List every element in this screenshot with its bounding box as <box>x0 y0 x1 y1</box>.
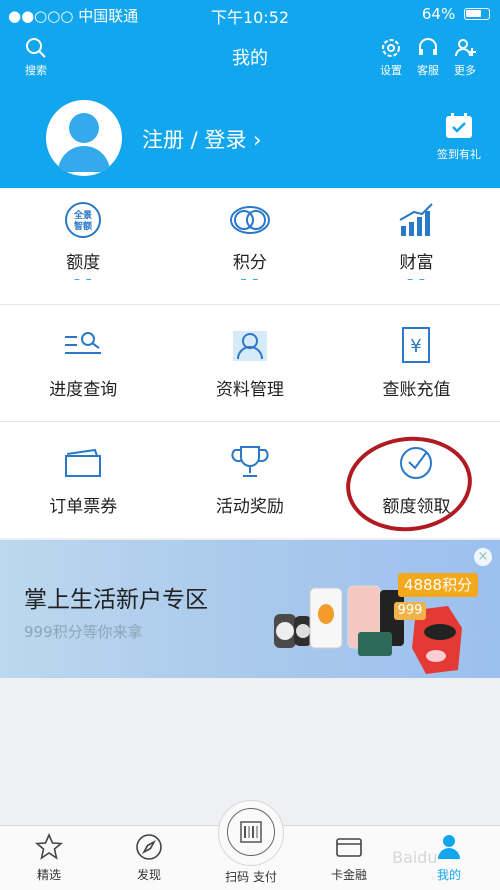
grid-item-label: 活动奖励 <box>215 497 284 517</box>
service-label: 客服 <box>417 64 439 77</box>
battery-icon <box>464 8 490 20</box>
trophy-icon <box>231 446 269 477</box>
tab-label: 卡金融 <box>330 868 367 882</box>
tab-label: 精选 <box>36 868 61 882</box>
grid-item-progress[interactable]: 进度查询 <box>0 305 167 421</box>
header: ●●○○○ 中国联通 下午10:52 64% 搜索 我的 设置 客服 更多 注册… <box>0 0 500 188</box>
grid-row: 全景 智额 额度 – – 积分 – – 财富 – – <box>0 188 500 305</box>
points-999-badge: 999 <box>394 602 426 620</box>
scan-icon <box>227 808 275 856</box>
add-user-icon <box>455 39 476 57</box>
grid-item-label: 积分 <box>232 253 267 273</box>
battery-percent: 64% <box>421 5 456 23</box>
close-icon[interactable]: × <box>474 548 492 566</box>
tab-card-finance[interactable]: 卡金融 <box>314 826 384 883</box>
tab-label: 发现 <box>136 868 161 882</box>
bill-yuan-icon: ¥ <box>402 327 431 363</box>
scan-pay-label: 扫码 支付 <box>225 870 277 884</box>
checkin-button[interactable]: 签到有礼 <box>432 112 486 162</box>
calendar-check-icon <box>446 113 472 138</box>
points-badge: 4888积分 <box>398 573 478 597</box>
checkin-label: 签到有礼 <box>437 148 481 161</box>
grid-item-profile[interactable]: 资料管理 <box>167 305 334 421</box>
grid-item-value: – – <box>73 272 93 286</box>
banner-title: 掌上生活新户专区 <box>24 587 208 613</box>
banner-subtitle: 999积分等你来拿 <box>24 623 143 641</box>
grid-item-bill[interactable]: ¥ 查账充值 <box>333 305 500 421</box>
grid-row: 进度查询 资料管理 ¥ 查账充值 <box>0 305 500 422</box>
card-icon <box>336 838 362 857</box>
grid-item-label: 订单票券 <box>49 497 118 517</box>
default-avatar-icon <box>58 113 110 172</box>
profile-manage-icon <box>232 331 267 361</box>
grid-item-value: – – <box>407 272 426 286</box>
battery-status: 64% <box>422 5 490 23</box>
user-icon <box>438 835 460 859</box>
gear-icon <box>382 39 400 57</box>
service-button[interactable]: 客服 <box>408 36 448 78</box>
grid-item-tickets[interactable]: 订单票券 <box>0 422 167 538</box>
login-link[interactable]: 注册 / 登录 › <box>142 124 262 154</box>
grid-item-label: 额度 <box>66 253 101 273</box>
wealth-chart-icon <box>399 203 434 236</box>
headset-icon <box>419 38 437 55</box>
compass-icon <box>136 834 162 860</box>
points-rings-icon <box>229 206 270 234</box>
settings-label: 设置 <box>380 64 402 77</box>
progress-search-icon <box>65 332 102 354</box>
tab-featured[interactable]: 精选 <box>14 826 84 883</box>
grid-item-quota[interactable]: 全景 智额 额度 – – <box>0 188 167 304</box>
grid-item-label: 进度查询 <box>49 380 118 400</box>
grid-item-points[interactable]: 积分 – – <box>167 188 334 304</box>
grid-item-value: – – <box>240 272 260 286</box>
quota-badge-text-bottom: 智额 <box>74 220 92 232</box>
quota-badge-text-top: 全景 <box>73 209 92 221</box>
grid-item-label: 财富 <box>399 253 434 273</box>
grid-item-label: 资料管理 <box>215 380 284 400</box>
settings-button[interactable]: 设置 <box>371 36 411 78</box>
status-bar: ●●○○○ 中国联通 下午10:52 64% <box>0 0 500 28</box>
grid-item-rewards[interactable]: 活动奖励 <box>167 422 334 538</box>
grid-item-wealth[interactable]: 财富 – – <box>333 188 500 304</box>
quota-badge-icon: 全景 智额 <box>65 202 102 238</box>
tab-discover[interactable]: 发现 <box>114 826 184 883</box>
tab-label: 我的 <box>436 868 461 882</box>
avatar[interactable] <box>46 100 122 176</box>
ticket-icon <box>65 448 102 477</box>
more-button[interactable]: 更多 <box>445 36 485 78</box>
grid-item-label: 查账充值 <box>382 380 451 400</box>
star-icon <box>34 833 64 860</box>
more-label: 更多 <box>454 64 476 77</box>
yuan-glyph: ¥ <box>411 336 422 357</box>
watermark-logo: Baidu <box>392 848 438 867</box>
